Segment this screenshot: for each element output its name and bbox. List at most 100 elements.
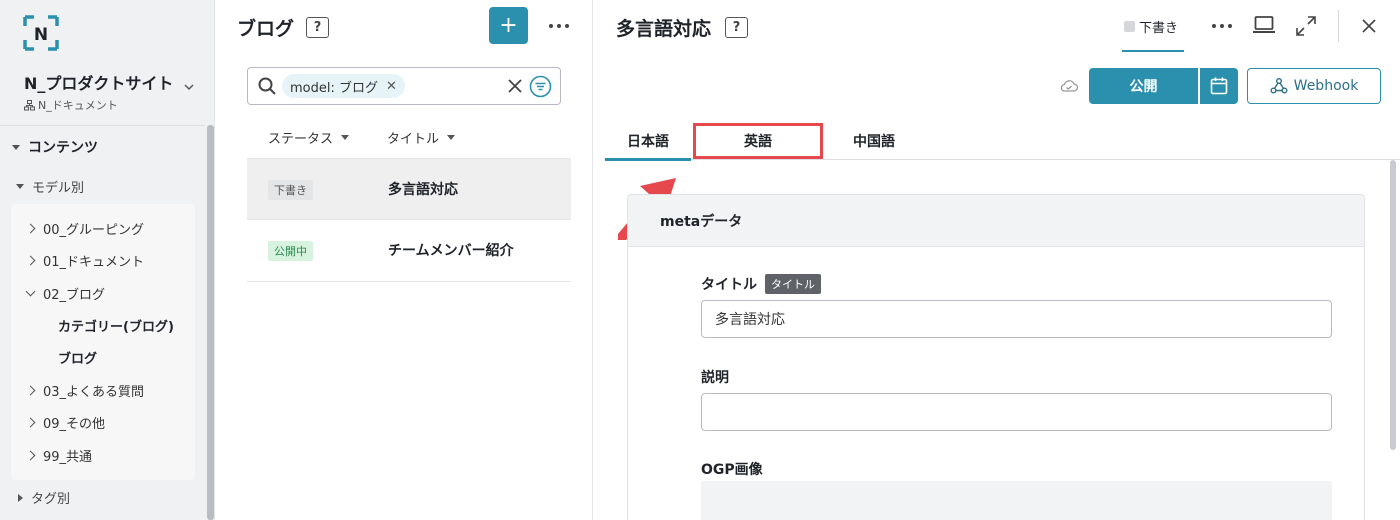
row-title: 多言語対応 [388, 182, 458, 198]
status-tab-label: 下書き [1139, 21, 1179, 36]
table-row[interactable]: 公開中 チームメンバー紹介 [247, 220, 571, 282]
chevron-right-icon [25, 223, 36, 233]
tab-japanese[interactable]: 日本語 [605, 122, 691, 161]
filter-chip: model: ブログ ✕ [282, 74, 405, 98]
svg-text:N: N [34, 25, 48, 45]
sidebar-item-label: 09_その他 [43, 416, 106, 432]
contents-label: コンテンツ [28, 140, 98, 156]
sidebar-item-label: 03_よくある質問 [43, 384, 145, 400]
search-box[interactable]: model: ブログ ✕ [247, 67, 561, 105]
chevron-right-icon [25, 417, 36, 427]
close-icon[interactable] [1361, 18, 1377, 34]
by-model-label: モデル別 [32, 181, 85, 196]
sidebar-subitem-blog[interactable]: ブログ [58, 345, 97, 369]
column-label: タイトル [387, 132, 440, 147]
sidebar-item-blog[interactable]: 02_ブログ [25, 281, 105, 305]
table-row[interactable]: 下書き 多言語対応 [247, 158, 571, 220]
sidebar-section-by-tag[interactable]: タグ別 [18, 488, 70, 507]
laptop-icon[interactable] [1252, 15, 1276, 35]
field-label-text: OGP画像 [701, 462, 763, 478]
editor-title: 多言語対応 [616, 18, 712, 40]
field-label-text: タイトル [701, 277, 757, 293]
chevron-right-icon [25, 450, 36, 460]
caret-down-icon [16, 184, 24, 189]
search-icon [258, 77, 276, 95]
editor-header: 多言語対応 ? [616, 14, 749, 41]
webhook-label: Webhook [1293, 78, 1359, 94]
help-icon[interactable]: ? [725, 17, 749, 38]
more-options-icon[interactable] [549, 24, 569, 28]
ogp-field-label: OGP画像 [701, 459, 763, 479]
schedule-button[interactable] [1200, 68, 1238, 104]
ogp-image-dropzone[interactable] [701, 481, 1332, 520]
draft-status: 下書き [1124, 17, 1178, 36]
column-header-status[interactable]: ステータス [268, 128, 350, 147]
content-editor: 多言語対応 ? 下書き 公開 Webhook 日本語 英語 中国語 metaデー… [594, 0, 1400, 520]
list-header: ブログ ? [237, 14, 330, 41]
logo-icon[interactable]: N [22, 14, 60, 52]
column-label: ステータス [268, 132, 334, 147]
field-tag: タイトル [765, 274, 821, 294]
meta-section-title: metaデータ [628, 195, 1364, 247]
row-title: チームメンバー紹介 [388, 243, 514, 259]
project-sub-label: N_ドキュメント [38, 99, 118, 112]
project-name: N_プロダクトサイト [24, 74, 174, 93]
status-badge: 公開中 [268, 241, 313, 261]
divider [1338, 10, 1339, 42]
status-square-icon [1124, 21, 1135, 32]
help-icon[interactable]: ? [306, 17, 330, 38]
tab-chinese[interactable]: 中国語 [828, 122, 920, 160]
project-switcher[interactable]: N_プロダクトサイト N_ドキュメント [24, 70, 204, 114]
app-root: N N_プロダクトサイト N_ドキュメント コンテンツ モデル別 00_グルーピ… [0, 0, 1400, 520]
sidebar-item-label: 02_ブログ [43, 287, 106, 303]
sidebar-divider [0, 125, 205, 126]
sidebar-item-label: 00_グルーピング [43, 222, 145, 238]
clear-icon[interactable] [506, 77, 524, 95]
filter-chip-label: model: ブログ [290, 80, 378, 96]
chip-close-icon[interactable]: ✕ [386, 79, 397, 94]
sidebar-item-document[interactable]: 01_ドキュメント [25, 248, 144, 272]
sort-icon [447, 135, 456, 140]
by-tag-label: タグ別 [31, 492, 71, 507]
chevron-down-icon [25, 286, 36, 297]
more-options-icon[interactable] [1212, 24, 1232, 28]
model-list: 00_グルーピング 01_ドキュメント 02_ブログ カテゴリー(ブログ) ブロ… [11, 204, 195, 480]
chevron-right-icon [25, 385, 36, 395]
sidebar-item-label: 99_共通 [43, 449, 93, 465]
sidebar-subitem-blog-category[interactable]: カテゴリー(ブログ) [58, 313, 174, 337]
project-sub: N_ドキュメント [24, 97, 204, 113]
list-title: ブログ [237, 18, 295, 40]
sidebar-item-common[interactable]: 99_共通 [25, 443, 92, 467]
editor-scrollbar[interactable] [1390, 160, 1396, 450]
tab-draft-status[interactable]: 下書き [1122, 0, 1184, 52]
column-header-title[interactable]: タイトル [387, 128, 456, 147]
publish-button[interactable]: 公開 [1089, 68, 1198, 104]
org-icon [24, 99, 35, 110]
cloud-check-icon [1060, 80, 1079, 92]
filter-icon[interactable] [529, 75, 552, 98]
sidebar-scrollbar[interactable] [207, 125, 214, 520]
sidebar: N N_プロダクトサイト N_ドキュメント コンテンツ モデル別 00_グルーピ… [0, 0, 215, 520]
meta-section: metaデータ タイトル タイトル 説明 OGP画像 [627, 194, 1365, 520]
expand-icon[interactable] [1295, 15, 1317, 37]
add-content-button[interactable]: + [489, 7, 528, 44]
chevron-right-icon [25, 255, 36, 265]
sidebar-item-grouping[interactable]: 00_グルーピング [25, 216, 144, 240]
title-field-label: タイトル タイトル [701, 274, 821, 294]
active-tab-indicator [1122, 50, 1184, 52]
webhook-button[interactable]: Webhook [1247, 68, 1381, 104]
sort-icon [341, 135, 350, 140]
sidebar-item-other[interactable]: 09_その他 [25, 410, 105, 434]
caret-down-icon [12, 144, 20, 150]
content-list-panel: ブログ ? + model: ブログ ✕ ステータス タイトル 下書き 多言語対… [215, 0, 593, 520]
sidebar-section-contents[interactable]: コンテンツ [12, 137, 98, 157]
description-input[interactable] [701, 393, 1332, 431]
caret-right-icon [18, 493, 23, 502]
chevron-down-icon[interactable] [184, 82, 194, 92]
field-label-text: 説明 [701, 370, 729, 386]
annotation-highlight-box [693, 123, 823, 159]
sidebar-section-by-model[interactable]: モデル別 [16, 177, 84, 196]
title-input[interactable] [701, 300, 1332, 338]
sidebar-item-faq[interactable]: 03_よくある質問 [25, 378, 144, 402]
status-badge: 下書き [268, 180, 313, 200]
